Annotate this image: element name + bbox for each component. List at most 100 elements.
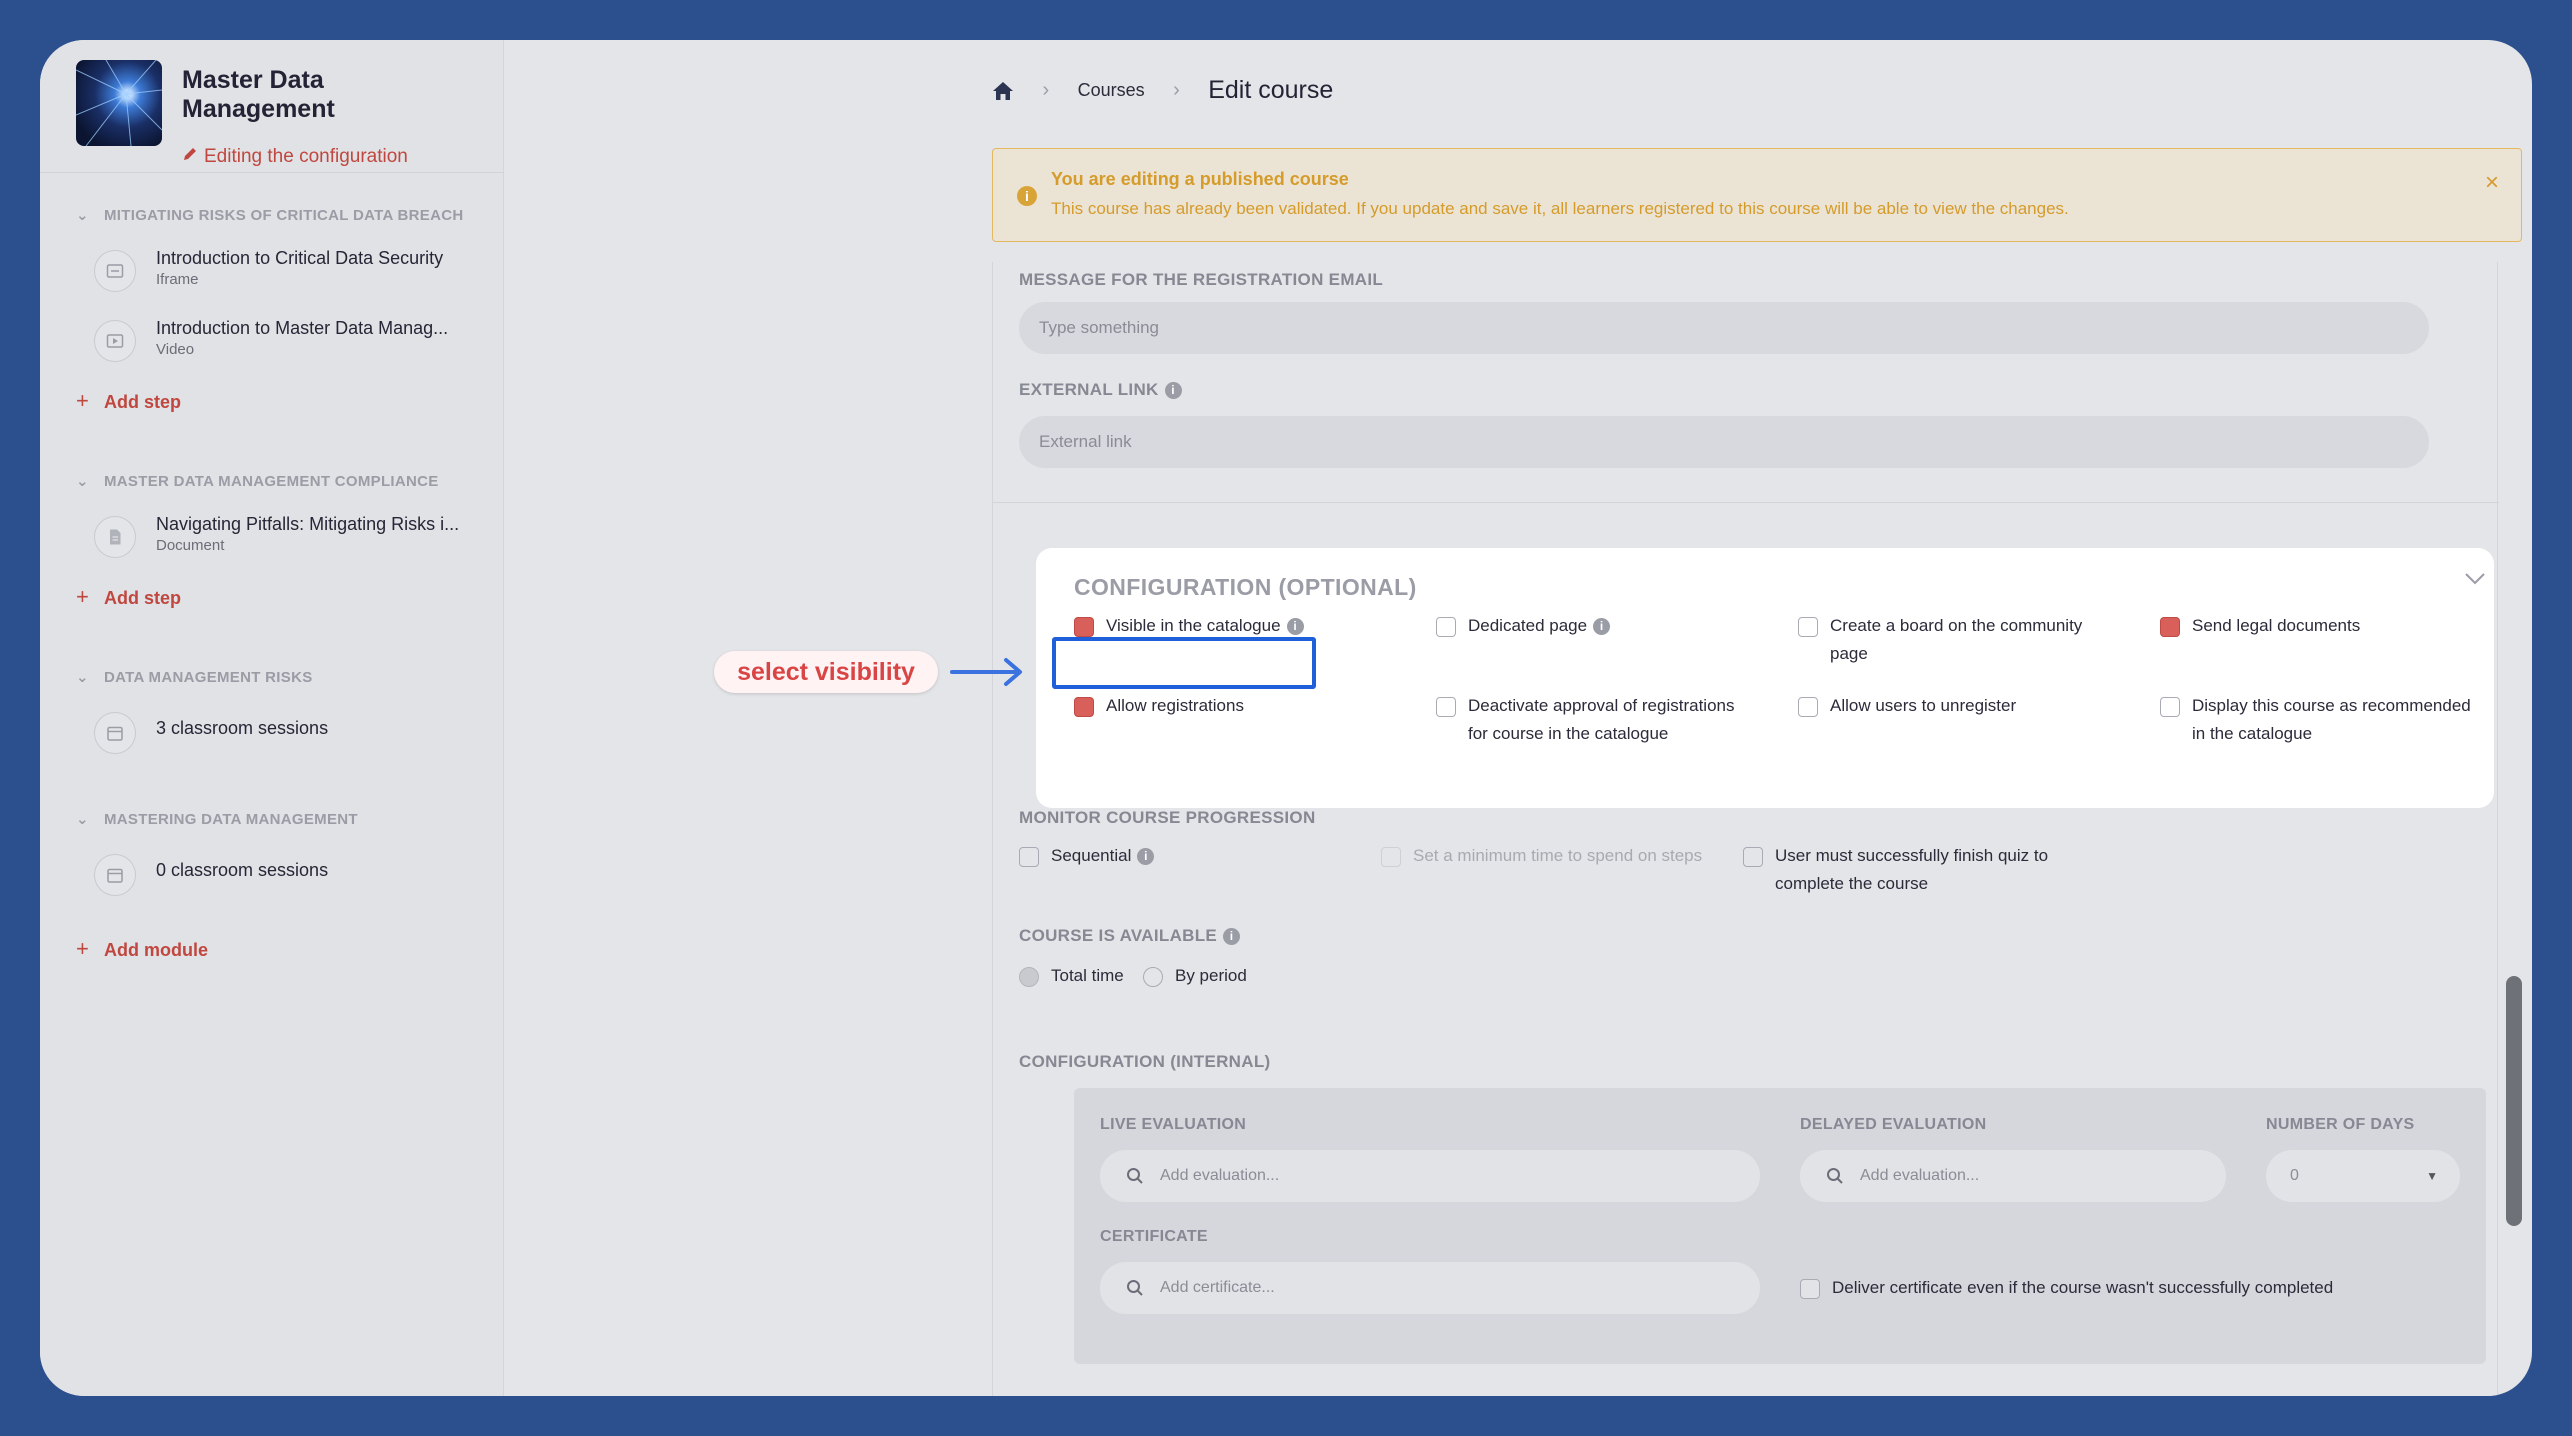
alert-title: You are editing a published course [1051,169,1349,189]
by-period-radio[interactable]: By period [1143,962,1247,990]
step-title: Introduction to Critical Data Security [156,248,444,268]
step-type: Iframe [156,271,199,288]
chevron-down-icon: ⌄ [76,207,89,224]
allow-unregister-checkbox[interactable]: Allow users to unregister [1798,692,2016,720]
checkbox-label: Allow registrations [1106,696,1244,715]
community-board-checkbox[interactable]: Create a board on the community page [1798,612,2118,668]
add-module-button[interactable]: + Add module [76,936,208,962]
config-internal-box: LIVE EVALUATION Add evaluation... DELAYE… [1074,1088,2486,1364]
add-step-button[interactable]: + Add step [76,388,181,414]
caret-down-icon: ▼ [2426,1169,2438,1183]
video-icon [94,320,136,362]
module-header-3[interactable]: ⌄ DATA MANAGEMENT RISKS [76,668,313,686]
chevron-right-icon: › [1042,79,1050,101]
certificate-placeholder: Add certificate... [1160,1279,1275,1296]
checkbox-box [1800,1279,1820,1299]
checkbox-label: Set a minimum time to spend on steps [1413,846,1703,865]
module-header-1[interactable]: ⌄ MITIGATING RISKS OF CRITICAL DATA BREAC… [76,206,463,224]
add-step-label: Add step [104,588,182,608]
delayed-evaluation-input[interactable]: Add evaluation... [1800,1150,2226,1202]
chevron-down-icon: ⌄ [76,811,89,828]
editing-config-link[interactable]: Editing the configuration [182,146,408,168]
breadcrumb-courses-link[interactable]: Courses [1078,80,1145,101]
certificate-input[interactable]: Add certificate... [1100,1262,1760,1314]
arrow-right-icon [950,656,1026,693]
info-icon[interactable]: i [1286,618,1304,635]
sidebar-divider [40,172,504,173]
checkbox-label: Dedicated page i [1436,612,1611,640]
step-item[interactable]: Introduction to Master Data Manag... Vid… [94,314,494,372]
quiz-completion-checkbox[interactable]: User must successfully finish quiz to co… [1743,842,2103,898]
checkbox-label: Send legal documents [2192,616,2361,635]
iframe-icon [94,250,136,292]
info-icon[interactable]: i [1137,848,1155,865]
radio-circle [1019,967,1039,987]
allow-registrations-checkbox[interactable]: Allow registrations [1074,692,1244,720]
published-course-alert: i You are editing a published course Thi… [992,148,2522,242]
module-header-4[interactable]: ⌄ MASTERING DATA MANAGEMENT [76,810,358,828]
course-header: Master Data Management Editing the confi… [76,60,496,170]
plus-icon: + [76,388,89,413]
search-icon [1127,1168,1143,1184]
deactivate-approval-checkbox[interactable]: Deactivate approval of registrations for… [1436,692,1756,748]
document-icon [94,516,136,558]
registration-email-input[interactable]: Type something [1019,302,2429,354]
dedicated-page-checkbox[interactable]: Dedicated page i [1436,612,1611,640]
sequential-label: Sequential [1051,846,1132,865]
number-of-days-label: NUMBER OF DAYS [2266,1116,2415,1133]
course-available-label: COURSE IS AVAILABLE i [1019,926,1241,946]
info-icon[interactable]: i [1593,618,1611,635]
app-window: Master Data Management Editing the confi… [40,40,2532,1396]
step-title: 0 classroom sessions [156,860,329,880]
radio-circle [1143,967,1163,987]
deliver-certificate-checkbox[interactable]: Deliver certificate even if the course w… [1800,1274,2333,1302]
step-item[interactable]: 3 classroom sessions [94,706,494,764]
home-icon[interactable] [992,80,1014,102]
add-step-button[interactable]: + Add step [76,584,181,610]
chevron-down-icon: ⌄ [76,669,89,686]
total-time-radio[interactable]: Total time [1019,962,1124,990]
step-item[interactable]: 0 classroom sessions [94,848,494,906]
chevron-right-icon: › [1173,79,1180,101]
breadcrumb: › Courses › Edit course [992,76,1333,116]
checkbox-box [1798,617,1818,637]
checkbox-box [1436,697,1456,717]
checkbox-label: Visible in the catalogue i [1074,612,1304,640]
checkbox-label: Deliver certificate even if the course w… [1832,1278,2334,1297]
visible-in-catalogue-checkbox[interactable]: Visible in the catalogue i [1074,612,1304,640]
module-name: DATA MANAGEMENT RISKS [104,669,313,686]
recommended-course-checkbox[interactable]: Display this course as recommended in th… [2160,692,2480,748]
checkbox-box [1436,617,1456,637]
number-of-days-value: 0 [2290,1167,2299,1184]
number-of-days-select[interactable]: 0 ▼ [2266,1150,2460,1202]
add-step-label: Add step [104,392,182,412]
step-item[interactable]: Navigating Pitfalls: Mitigating Risks i.… [94,510,494,568]
external-link-input[interactable]: External link [1019,416,2429,468]
chevron-down-icon[interactable] [2464,572,2486,591]
live-evaluation-placeholder: Add evaluation... [1160,1167,1280,1184]
delayed-evaluation-label: DELAYED EVALUATION [1800,1116,1987,1133]
divider [993,502,2499,503]
scrollbar-thumb[interactable] [2506,976,2522,1226]
send-legal-documents-checkbox[interactable]: Send legal documents [2160,612,2360,640]
sequential-checkbox[interactable]: Sequential i [1019,842,1155,870]
step-title: Introduction to Master Data Manag... [156,318,449,338]
add-module-label: Add module [104,940,208,960]
search-icon [1827,1168,1843,1184]
step-item[interactable]: Introduction to Critical Data Security I… [94,244,494,302]
dedicated-page-label: Dedicated page [1468,616,1588,635]
module-header-2[interactable]: ⌄ MASTER DATA MANAGEMENT COMPLIANCE [76,472,439,490]
module-name: MASTERING DATA MANAGEMENT [104,811,358,828]
info-icon[interactable]: i [1223,928,1241,945]
external-link-label-text: EXTERNAL LINK [1019,380,1159,399]
checkbox-box [1798,697,1818,717]
scrollbar-track[interactable] [2508,302,2522,1396]
delayed-evaluation-placeholder: Add evaluation... [1860,1167,1980,1184]
step-type: Document [156,537,225,554]
info-icon[interactable]: i [1164,382,1182,399]
min-time-checkbox: Set a minimum time to spend on steps [1381,842,1702,870]
checkbox-label: User must successfully finish quiz to co… [1775,846,2049,893]
live-evaluation-input[interactable]: Add evaluation... [1100,1150,1760,1202]
config-optional-title: CONFIGURATION (OPTIONAL) [1074,574,1417,600]
close-icon[interactable]: × [2485,169,2499,197]
